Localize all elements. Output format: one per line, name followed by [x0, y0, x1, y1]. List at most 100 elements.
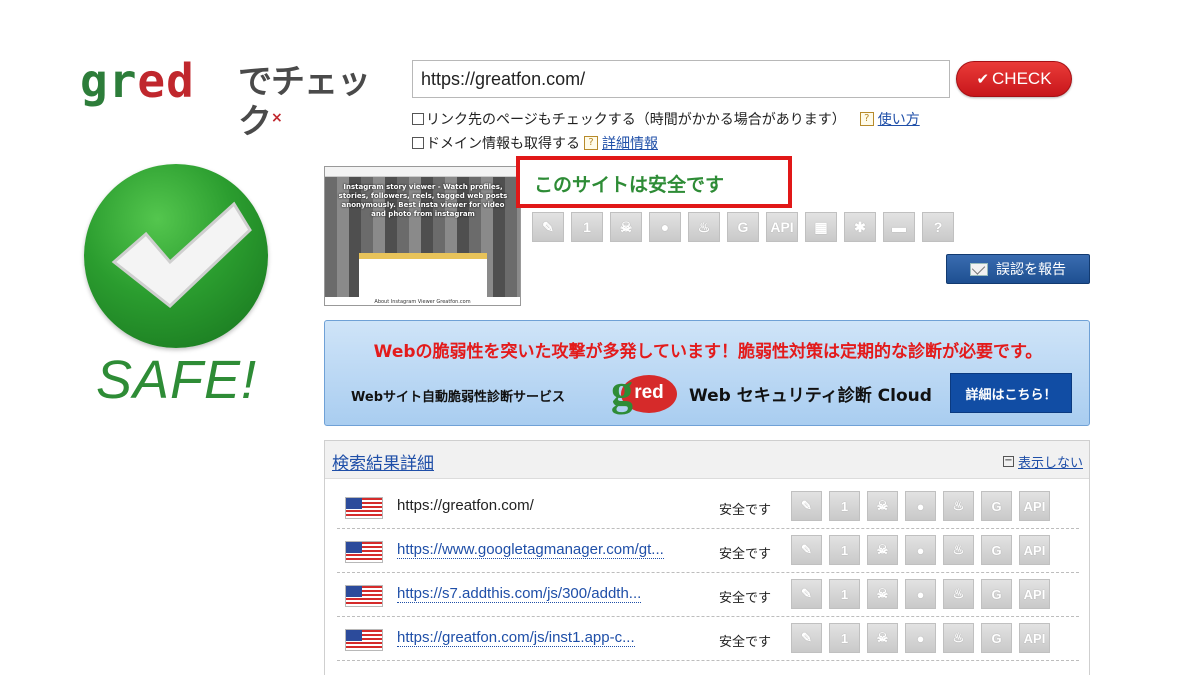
- drop-icon: ●: [905, 623, 936, 653]
- results-title[interactable]: 検索結果詳細: [332, 449, 434, 474]
- result-status: 安全です: [719, 503, 772, 518]
- logo-x-mark: ×: [271, 110, 283, 126]
- check-button-label: CHECK: [992, 69, 1052, 88]
- one-click-fraud-icon: 1: [571, 212, 603, 242]
- option-domain-info-label: ドメイン情報も取得する: [426, 136, 580, 152]
- result-status: 安全です: [719, 635, 772, 650]
- result-threat-icons: ✎ 1 ☠ ● ♨ G API: [791, 491, 1050, 521]
- api-icon: API: [1019, 491, 1050, 521]
- us-flag-icon: [345, 585, 383, 607]
- api-icon: API: [766, 212, 798, 242]
- site-thumbnail: Instagram story viewer - Watch profiles,…: [324, 166, 521, 306]
- fake-site-icon: ✎: [791, 535, 822, 565]
- result-url[interactable]: https://www.googletagmanager.com/gt...: [397, 541, 664, 559]
- fake-site-icon: ✎: [791, 623, 822, 653]
- fire-icon: ♨: [943, 579, 974, 609]
- report-error-label: 誤認を報告: [996, 262, 1066, 278]
- verdict-box: このサイトは安全です: [516, 156, 792, 208]
- fire-icon: ♨: [943, 491, 974, 521]
- option-domain-info: ドメイン情報も取得する ? 詳細情報: [412, 133, 658, 153]
- us-flag-icon: [345, 629, 383, 651]
- result-row: https://s7.addthis.com/js/300/addth... 安全…: [337, 573, 1079, 617]
- g-icon: G: [981, 623, 1012, 653]
- result-url: https://greatfon.com/: [397, 497, 534, 514]
- fake-site-icon: ✎: [791, 491, 822, 521]
- usage-link[interactable]: 使い方: [878, 109, 920, 129]
- result-status: 安全です: [719, 591, 772, 606]
- results-toggle[interactable]: − 表示しない: [1002, 452, 1083, 471]
- help-icon: ?: [859, 112, 874, 126]
- banner-details-button[interactable]: 詳細はこちら！: [950, 373, 1072, 413]
- api-icon: API: [1019, 623, 1050, 653]
- help-icon: ?: [584, 136, 598, 150]
- mail-icon: [970, 262, 988, 276]
- checkmark-shape: [111, 201, 252, 308]
- skull-icon: ☠: [867, 535, 898, 565]
- gun-icon: ▬: [883, 212, 915, 242]
- thumbnail-footer: About Instagram Viewer Greatfon.com: [374, 299, 471, 305]
- skull-icon: ☠: [867, 623, 898, 653]
- result-row: https://greatfon.com/js/inst1.app-c... 安全…: [337, 617, 1079, 661]
- us-flag-icon: [345, 497, 383, 519]
- g-icon: G: [981, 579, 1012, 609]
- checkbox-check-links[interactable]: [412, 113, 424, 125]
- skull-icon: ☠: [867, 579, 898, 609]
- unknown-icon: ?: [922, 212, 954, 242]
- logo-gr: gr: [80, 54, 138, 108]
- banner-logo-g: g: [611, 366, 633, 415]
- g-icon: G: [981, 535, 1012, 565]
- check-button[interactable]: ✔ CHECK: [956, 61, 1072, 97]
- details-link[interactable]: 詳細情報: [602, 133, 658, 153]
- result-row: https://www.googletagmanager.com/gt... 安全…: [337, 529, 1079, 573]
- fake-site-icon: ✎: [791, 579, 822, 609]
- us-flag-icon: [345, 541, 383, 563]
- result-url[interactable]: https://s7.addthis.com/js/300/addth...: [397, 585, 642, 603]
- result-row: https://greatfon.com/安全です ✎ 1 ☠ ● ♨ G API: [337, 485, 1079, 529]
- gred-banner-logo: red g: [611, 367, 679, 417]
- qr-icon: ▦: [805, 212, 837, 242]
- logo-suffix-text: でチェック: [238, 62, 371, 142]
- result-threat-icons: ✎ 1 ☠ ● ♨ G API: [791, 535, 1050, 565]
- logo-ed: ed: [137, 54, 195, 108]
- drop-icon: ●: [649, 212, 681, 242]
- drop-icon: ●: [905, 579, 936, 609]
- safe-label: SAFE!: [96, 350, 258, 410]
- g-icon: G: [727, 212, 759, 242]
- thumbnail-title: Instagram story viewer - Watch profiles,…: [338, 183, 508, 218]
- banner-headline: Webの脆弱性を突いた攻撃が多発しています！脆弱性対策は定期的な診断が必要です。: [373, 342, 1043, 362]
- skull-icon: ☠: [610, 212, 642, 242]
- one-click-fraud-icon: 1: [829, 535, 860, 565]
- api-icon: API: [1019, 579, 1050, 609]
- drop-icon: ●: [905, 491, 936, 521]
- result-status: 安全です: [719, 547, 772, 562]
- thumbnail-header: [325, 167, 520, 177]
- checkbox-domain-info[interactable]: [412, 137, 424, 149]
- option-check-links-label: リンク先のページもチェックする（時間がかかる場合があります）: [426, 112, 846, 128]
- hide-link[interactable]: 表示しない: [1018, 452, 1083, 471]
- thumbnail-hero: Instagram story viewer - Watch profiles,…: [325, 177, 520, 297]
- result-threat-icons: ✎ 1 ☠ ● ♨ G API: [791, 579, 1050, 609]
- fire-icon: ♨: [943, 623, 974, 653]
- gred-logo-wordmark: gred: [80, 58, 195, 104]
- gred-logo[interactable]: gred でチェック×: [80, 58, 400, 142]
- security-banner[interactable]: Webの脆弱性を突いた攻撃が多発しています！脆弱性対策は定期的な診断が必要です。…: [324, 320, 1090, 426]
- results-panel: 検索結果詳細 − 表示しない https://greatfon.com/安全です…: [324, 440, 1090, 675]
- fake-site-icon: ✎: [532, 212, 564, 242]
- skull-icon: ☠: [867, 491, 898, 521]
- g-icon: G: [981, 491, 1012, 521]
- one-click-fraud-icon: 1: [829, 579, 860, 609]
- result-url[interactable]: https://greatfon.com/js/inst1.app-c...: [397, 629, 635, 647]
- thumbnail-card: [359, 253, 487, 297]
- report-error-button[interactable]: 誤認を報告: [946, 254, 1090, 284]
- collapse-icon: −: [1002, 455, 1014, 467]
- fire-icon: ♨: [943, 535, 974, 565]
- banner-product: Web セキュリティ診断 Cloud: [689, 386, 932, 406]
- result-threat-icons: ✎ 1 ☠ ● ♨ G API: [791, 623, 1050, 653]
- one-click-fraud-icon: 1: [829, 491, 860, 521]
- url-input[interactable]: [412, 60, 950, 98]
- results-header: 検索結果詳細 − 表示しない: [325, 441, 1089, 479]
- fire-icon: ♨: [688, 212, 720, 242]
- logo-suffix: でチェック×: [238, 62, 400, 142]
- checkmark-icon: ✔: [976, 71, 990, 88]
- banner-service: Webサイト自動脆弱性診断サービス: [351, 390, 565, 405]
